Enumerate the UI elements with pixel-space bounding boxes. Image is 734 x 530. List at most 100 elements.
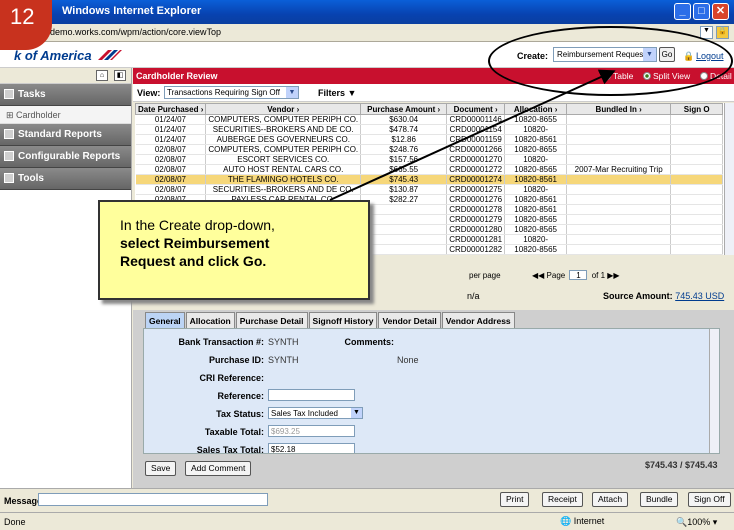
tab-vendor-address[interactable]: Vendor Address	[441, 312, 515, 328]
table-cell	[360, 234, 448, 245]
instruction-callout: In the Create drop-down, select Reimburs…	[98, 200, 370, 300]
table-row[interactable]: 01/24/07 AUBERGE DES GOVERNEURS CO. $12.86…	[135, 134, 724, 145]
table-cell: SECURITIES--BROKERS AND DE CO.	[205, 124, 362, 135]
table-row[interactable]: 02/08/07 THE FLAMINGO HOTELS CO. $745.43 CR…	[135, 174, 724, 185]
table-cell: 10820-8561	[504, 134, 568, 145]
source-amount-link[interactable]: 745.43 USD	[675, 291, 724, 301]
source-amount-label: Source Amount:	[603, 291, 673, 301]
maximize-icon[interactable]: □	[693, 3, 710, 20]
first-page-icon[interactable]: ◀◀	[532, 271, 544, 280]
view-option-detail[interactable]: Detail	[700, 71, 732, 81]
column-header[interactable]: Document ›	[446, 103, 506, 115]
form-scrollbar[interactable]	[709, 329, 719, 453]
tab-general[interactable]: General	[145, 312, 185, 328]
nav-cardholder[interactable]: ⊞ Cardholder	[0, 106, 131, 124]
address-url[interactable]: demo.works.com/wpm/action/core.viewTop	[50, 27, 221, 37]
table-cell: 01/24/07	[135, 124, 207, 135]
bundle-button[interactable]: Bundle	[640, 492, 679, 507]
nav-configurable-reports[interactable]: Configurable Reports	[0, 146, 131, 168]
nav-standard-reports[interactable]: Standard Reports	[0, 124, 131, 146]
table-cell	[360, 204, 448, 215]
table-cell: CRD00001146	[446, 114, 506, 125]
table-cell	[670, 184, 724, 195]
column-header[interactable]: Purchase Amount ›	[360, 103, 448, 115]
radio-detail[interactable]	[700, 72, 708, 80]
table-row[interactable]: 01/24/07 COMPUTERS, COMPUTER PERIPH CO. $6…	[135, 114, 724, 125]
view-option-split[interactable]: Split View	[643, 71, 690, 81]
table-row[interactable]: 01/24/07 SECURITIES--BROKERS AND DE CO. $4…	[135, 124, 724, 135]
message-bar: Message: Print Receipt Attach Bundle Sig…	[0, 488, 734, 510]
table-row[interactable]: 02/08/07 AUTO HOST RENTAL CARS CO. $665.55…	[135, 164, 724, 175]
taxable-total-label: Taxable Total:	[204, 427, 264, 437]
radio-split[interactable]	[643, 72, 651, 80]
nav-cardholder-label: Cardholder	[16, 110, 61, 120]
table-cell: 02/08/07	[135, 144, 207, 155]
column-header[interactable]: Sign O	[670, 103, 724, 115]
table-cell	[670, 124, 724, 135]
nav-tasks[interactable]: Tasks	[0, 84, 131, 106]
table-row[interactable]: 02/08/07 ESCORT SERVICES CO. $157.56 CRD000…	[135, 154, 724, 165]
receipt-button[interactable]: Receipt	[542, 492, 583, 507]
column-header[interactable]: Allocation ›	[504, 103, 568, 115]
cri-reference-label: CRI Reference:	[199, 373, 264, 383]
column-header[interactable]: Bundled In ›	[566, 103, 672, 115]
home-icon[interactable]: ⌂	[96, 70, 108, 81]
table-row[interactable]: 02/08/07 SECURITIES--BROKERS AND DE CO. $1…	[135, 184, 724, 195]
table-cell: 10820-8561	[504, 254, 568, 255]
detail-pane: General Allocation Purchase Detail Signoff …	[133, 310, 734, 488]
minimize-icon[interactable]: _	[674, 3, 691, 20]
table-cell	[670, 144, 724, 155]
address-dropdown-icon[interactable]: ▼	[700, 26, 713, 39]
view-dropdown[interactable]: Transactions Requiring Sign Off ▼	[164, 86, 299, 99]
source-amount: Source Amount: 745.43 USD	[603, 291, 724, 301]
create-dropdown[interactable]: Reimbursement Request ▼	[553, 47, 657, 62]
collapse-icon[interactable]: ◧	[114, 70, 126, 81]
view-option-table[interactable]: Table	[603, 71, 633, 81]
table-cell	[670, 214, 724, 225]
table-cell: 10820-8561	[504, 174, 568, 185]
table-row[interactable]: 02/08/07 COMPUTERS, COMPUTER PERIPH CO. $2…	[135, 144, 724, 155]
logout-link[interactable]: Logout	[696, 51, 724, 61]
chevron-down-icon[interactable]: ▼	[351, 408, 362, 418]
nav-tools[interactable]: Tools	[0, 168, 131, 190]
reference-input[interactable]	[268, 389, 355, 401]
chevron-down-icon[interactable]: ▼	[643, 48, 656, 61]
table-cell: CRD00001280	[446, 224, 506, 235]
tab-signoff-history[interactable]: Signoff History	[308, 312, 378, 328]
table-cell	[670, 114, 724, 125]
last-page-icon[interactable]: ▶▶	[607, 271, 619, 280]
column-header[interactable]: Vendor ›	[205, 103, 362, 115]
table-cell: CRD00001154	[446, 124, 506, 135]
print-button[interactable]: Print	[500, 492, 530, 507]
table-cell	[566, 124, 672, 135]
message-input[interactable]	[38, 493, 268, 506]
taxable-total-input[interactable]: $693.25	[268, 425, 355, 437]
go-button[interactable]: Go	[659, 47, 675, 62]
tax-status-label: Tax Status:	[216, 409, 264, 419]
sales-tax-total-input[interactable]: $52.18	[268, 443, 355, 453]
table-cell	[566, 224, 672, 235]
page-input[interactable]: 1	[569, 270, 588, 280]
tab-allocation[interactable]: Allocation	[185, 312, 235, 328]
column-header[interactable]: Date Purchased ›	[135, 103, 207, 115]
close-icon[interactable]: ✕	[712, 3, 729, 20]
sign-off-button[interactable]: Sign Off	[688, 492, 731, 507]
tab-vendor-detail[interactable]: Vendor Detail	[378, 312, 441, 328]
radio-table[interactable]	[603, 72, 611, 80]
table-cell: 10820-	[504, 234, 568, 245]
table-cell: CRD00001282	[446, 244, 506, 255]
tasks-icon	[4, 89, 14, 99]
table-cell: CRD00001275	[446, 184, 506, 195]
add-comment-button[interactable]: Add Comment	[185, 461, 252, 476]
table-cell: AUTO HOST RENTAL CARS CO.	[205, 164, 362, 175]
window-titlebar: Windows Internet Explorer _ □ ✕	[0, 0, 734, 24]
chevron-down-icon[interactable]: ▼	[286, 87, 298, 98]
tab-purchase-detail[interactable]: Purchase Detail	[235, 312, 308, 328]
attach-button[interactable]: Attach	[592, 492, 629, 507]
zoom-level[interactable]: 🔍100% ▾	[676, 517, 717, 528]
tax-status-dropdown[interactable]: Sales Tax Included ▼	[268, 407, 363, 419]
save-button[interactable]: Save	[145, 461, 177, 476]
filters-menu[interactable]: Filters ▼	[318, 88, 356, 98]
grid-scrollbar[interactable]	[724, 103, 734, 255]
table-cell: $248.76	[360, 144, 448, 155]
